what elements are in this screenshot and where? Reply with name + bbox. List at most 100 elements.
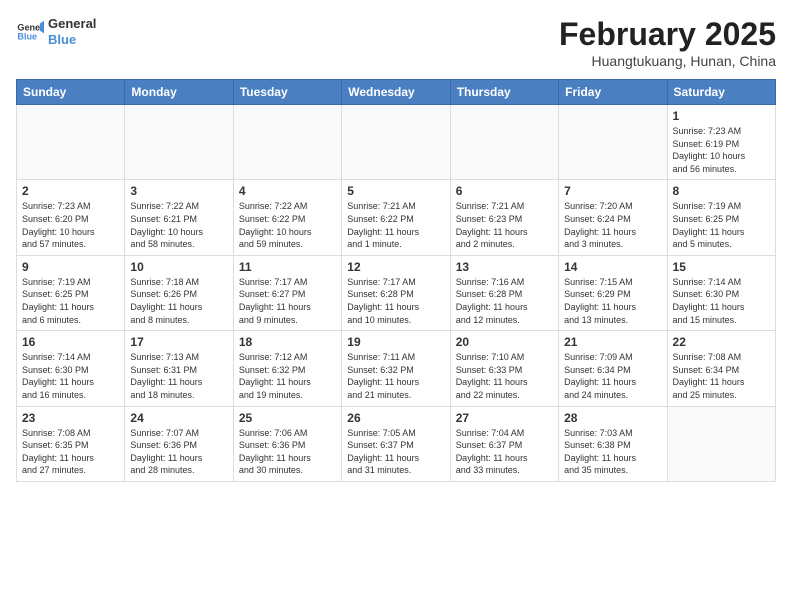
day-number: 10 <box>130 260 227 274</box>
day-info: Sunrise: 7:21 AM Sunset: 6:22 PM Dayligh… <box>347 200 444 250</box>
logo-line2: Blue <box>48 32 96 48</box>
day-info: Sunrise: 7:18 AM Sunset: 6:26 PM Dayligh… <box>130 276 227 326</box>
title-area: February 2025 Huangtukuang, Hunan, China <box>559 16 776 69</box>
calendar-cell: 17 Sunrise: 7:13 AM Sunset: 6:31 PM Dayli… <box>125 331 233 406</box>
col-friday: Friday <box>559 80 667 105</box>
day-info: Sunrise: 7:21 AM Sunset: 6:23 PM Dayligh… <box>456 200 553 250</box>
day-info: Sunrise: 7:19 AM Sunset: 6:25 PM Dayligh… <box>673 200 770 250</box>
calendar-cell: 10 Sunrise: 7:18 AM Sunset: 6:26 PM Dayli… <box>125 255 233 330</box>
svg-text:Blue: Blue <box>17 31 37 41</box>
day-info: Sunrise: 7:16 AM Sunset: 6:28 PM Dayligh… <box>456 276 553 326</box>
calendar-cell <box>17 105 125 180</box>
day-number: 1 <box>673 109 770 123</box>
day-info: Sunrise: 7:08 AM Sunset: 6:35 PM Dayligh… <box>22 427 119 477</box>
day-number: 2 <box>22 184 119 198</box>
day-number: 17 <box>130 335 227 349</box>
calendar-week-4: 16 Sunrise: 7:14 AM Sunset: 6:30 PM Dayli… <box>17 331 776 406</box>
day-number: 12 <box>347 260 444 274</box>
calendar-cell: 19 Sunrise: 7:11 AM Sunset: 6:32 PM Dayli… <box>342 331 450 406</box>
month-year: February 2025 <box>559 16 776 53</box>
calendar-cell <box>233 105 341 180</box>
calendar-week-1: 1 Sunrise: 7:23 AM Sunset: 6:19 PM Daylig… <box>17 105 776 180</box>
calendar-cell <box>450 105 558 180</box>
location: Huangtukuang, Hunan, China <box>559 53 776 69</box>
calendar-cell: 22Sunrise: 7:08 AM Sunset: 6:34 PM Dayli… <box>667 331 775 406</box>
day-info: Sunrise: 7:05 AM Sunset: 6:37 PM Dayligh… <box>347 427 444 477</box>
calendar-cell: 6 Sunrise: 7:21 AM Sunset: 6:23 PM Daylig… <box>450 180 558 255</box>
calendar-cell: 15 Sunrise: 7:14 AM Sunset: 6:30 PM Dayli… <box>667 255 775 330</box>
day-number: 18 <box>239 335 336 349</box>
day-info: Sunrise: 7:19 AM Sunset: 6:25 PM Dayligh… <box>22 276 119 326</box>
calendar-cell: 18Sunrise: 7:12 AM Sunset: 6:32 PM Dayli… <box>233 331 341 406</box>
calendar-cell <box>559 105 667 180</box>
day-info: Sunrise: 7:15 AM Sunset: 6:29 PM Dayligh… <box>564 276 661 326</box>
logo-line1: General <box>48 16 96 32</box>
calendar-cell: 8 Sunrise: 7:19 AM Sunset: 6:25 PM Daylig… <box>667 180 775 255</box>
day-number: 13 <box>456 260 553 274</box>
calendar-cell <box>342 105 450 180</box>
col-saturday: Saturday <box>667 80 775 105</box>
calendar-cell: 9 Sunrise: 7:19 AM Sunset: 6:25 PM Daylig… <box>17 255 125 330</box>
day-number: 16 <box>22 335 119 349</box>
calendar-week-2: 2Sunrise: 7:23 AM Sunset: 6:20 PM Daylig… <box>17 180 776 255</box>
day-info: Sunrise: 7:07 AM Sunset: 6:36 PM Dayligh… <box>130 427 227 477</box>
calendar-cell: 1 Sunrise: 7:23 AM Sunset: 6:19 PM Daylig… <box>667 105 775 180</box>
day-number: 5 <box>347 184 444 198</box>
header: General Blue General Blue February 2025 … <box>16 16 776 69</box>
header-row: Sunday Monday Tuesday Wednesday Thursday… <box>17 80 776 105</box>
calendar-cell: 7Sunrise: 7:20 AM Sunset: 6:24 PM Daylig… <box>559 180 667 255</box>
day-info: Sunrise: 7:17 AM Sunset: 6:27 PM Dayligh… <box>239 276 336 326</box>
day-number: 21 <box>564 335 661 349</box>
day-number: 23 <box>22 411 119 425</box>
calendar-cell: 11 Sunrise: 7:17 AM Sunset: 6:27 PM Dayli… <box>233 255 341 330</box>
day-info: Sunrise: 7:04 AM Sunset: 6:37 PM Dayligh… <box>456 427 553 477</box>
calendar-cell: 3Sunrise: 7:22 AM Sunset: 6:21 PM Daylig… <box>125 180 233 255</box>
day-number: 26 <box>347 411 444 425</box>
day-number: 8 <box>673 184 770 198</box>
day-info: Sunrise: 7:22 AM Sunset: 6:22 PM Dayligh… <box>239 200 336 250</box>
logo-icon: General Blue <box>16 18 44 46</box>
day-info: Sunrise: 7:10 AM Sunset: 6:33 PM Dayligh… <box>456 351 553 401</box>
calendar-cell: 20Sunrise: 7:10 AM Sunset: 6:33 PM Dayli… <box>450 331 558 406</box>
calendar-cell: 4 Sunrise: 7:22 AM Sunset: 6:22 PM Daylig… <box>233 180 341 255</box>
logo: General Blue General Blue <box>16 16 96 47</box>
day-number: 19 <box>347 335 444 349</box>
calendar-cell: 16 Sunrise: 7:14 AM Sunset: 6:30 PM Dayli… <box>17 331 125 406</box>
col-monday: Monday <box>125 80 233 105</box>
day-info: Sunrise: 7:13 AM Sunset: 6:31 PM Dayligh… <box>130 351 227 401</box>
day-info: Sunrise: 7:14 AM Sunset: 6:30 PM Dayligh… <box>673 276 770 326</box>
day-info: Sunrise: 7:11 AM Sunset: 6:32 PM Dayligh… <box>347 351 444 401</box>
day-info: Sunrise: 7:22 AM Sunset: 6:21 PM Dayligh… <box>130 200 227 250</box>
day-number: 14 <box>564 260 661 274</box>
calendar-cell <box>667 406 775 481</box>
calendar-cell: 26 Sunrise: 7:05 AM Sunset: 6:37 PM Dayli… <box>342 406 450 481</box>
calendar: Sunday Monday Tuesday Wednesday Thursday… <box>16 79 776 482</box>
calendar-cell: 12 Sunrise: 7:17 AM Sunset: 6:28 PM Dayli… <box>342 255 450 330</box>
day-info: Sunrise: 7:03 AM Sunset: 6:38 PM Dayligh… <box>564 427 661 477</box>
day-number: 6 <box>456 184 553 198</box>
calendar-week-5: 23 Sunrise: 7:08 AM Sunset: 6:35 PM Dayli… <box>17 406 776 481</box>
day-number: 9 <box>22 260 119 274</box>
col-sunday: Sunday <box>17 80 125 105</box>
calendar-cell <box>125 105 233 180</box>
col-wednesday: Wednesday <box>342 80 450 105</box>
day-number: 24 <box>130 411 227 425</box>
day-number: 25 <box>239 411 336 425</box>
day-number: 4 <box>239 184 336 198</box>
day-number: 27 <box>456 411 553 425</box>
day-info: Sunrise: 7:09 AM Sunset: 6:34 PM Dayligh… <box>564 351 661 401</box>
day-info: Sunrise: 7:14 AM Sunset: 6:30 PM Dayligh… <box>22 351 119 401</box>
calendar-cell: 2Sunrise: 7:23 AM Sunset: 6:20 PM Daylig… <box>17 180 125 255</box>
calendar-cell: 13 Sunrise: 7:16 AM Sunset: 6:28 PM Dayli… <box>450 255 558 330</box>
day-info: Sunrise: 7:17 AM Sunset: 6:28 PM Dayligh… <box>347 276 444 326</box>
calendar-cell: 23 Sunrise: 7:08 AM Sunset: 6:35 PM Dayli… <box>17 406 125 481</box>
calendar-cell: 28Sunrise: 7:03 AM Sunset: 6:38 PM Dayli… <box>559 406 667 481</box>
day-number: 11 <box>239 260 336 274</box>
day-number: 7 <box>564 184 661 198</box>
day-info: Sunrise: 7:23 AM Sunset: 6:19 PM Dayligh… <box>673 125 770 175</box>
col-thursday: Thursday <box>450 80 558 105</box>
day-number: 15 <box>673 260 770 274</box>
calendar-cell: 27 Sunrise: 7:04 AM Sunset: 6:37 PM Dayli… <box>450 406 558 481</box>
col-tuesday: Tuesday <box>233 80 341 105</box>
calendar-cell: 25Sunrise: 7:06 AM Sunset: 6:36 PM Dayli… <box>233 406 341 481</box>
